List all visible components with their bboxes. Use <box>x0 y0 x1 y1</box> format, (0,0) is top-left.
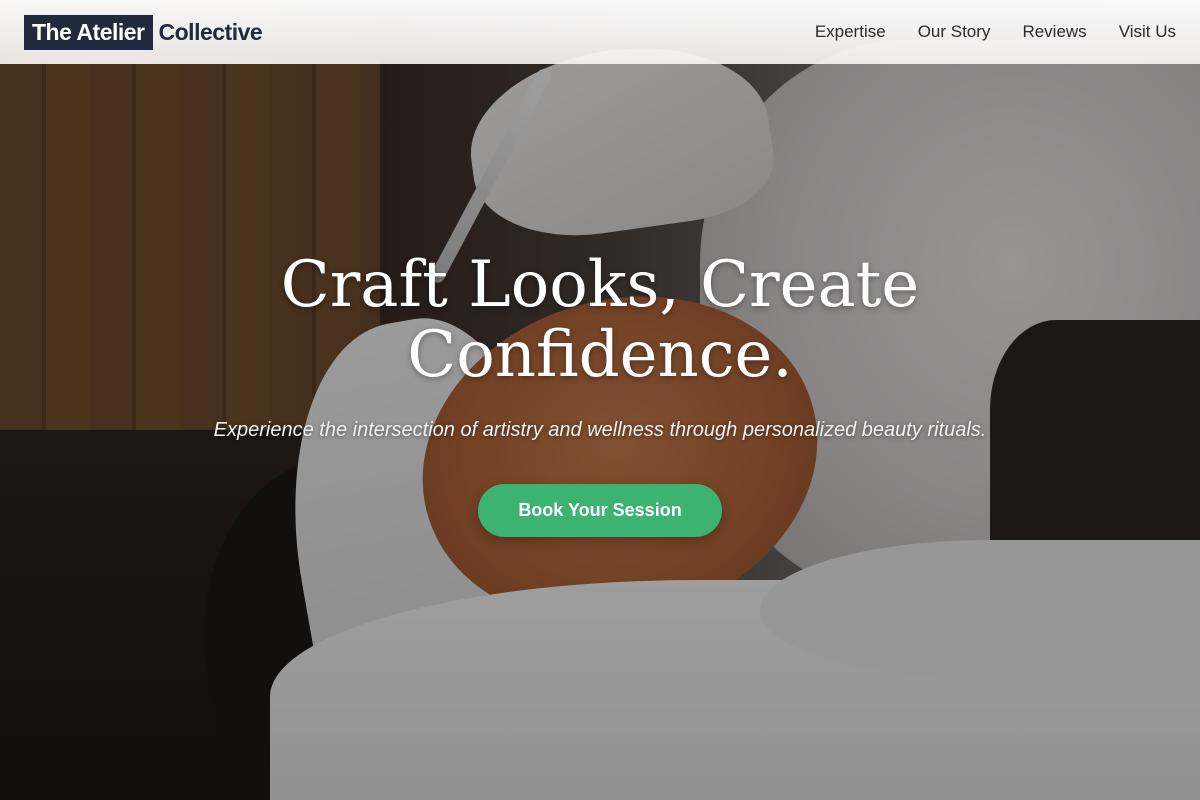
hero-subheadline: Experience the intersection of artistry … <box>213 419 987 441</box>
nav-link-reviews[interactable]: Reviews <box>1022 22 1086 42</box>
nav-link-visit-us[interactable]: Visit Us <box>1119 22 1176 42</box>
hero-headline: Craft Looks, Create Confidence. <box>280 248 920 392</box>
nav-link-expertise[interactable]: Expertise <box>815 22 886 42</box>
brand-logo-link[interactable]: The Atelier Collective <box>24 14 263 50</box>
book-session-button[interactable]: Book Your Session <box>478 484 722 537</box>
main-nav: Expertise Our Story Reviews Visit Us <box>815 22 1176 42</box>
hero-content: Craft Looks, Create Confidence. Experien… <box>0 250 1200 537</box>
nav-link-our-story[interactable]: Our Story <box>918 22 991 42</box>
logo-text: Collective <box>158 18 263 45</box>
logo-boxed-text: The Atelier <box>24 14 153 50</box>
site-header: The Atelier Collective Expertise Our Sto… <box>0 0 1200 64</box>
